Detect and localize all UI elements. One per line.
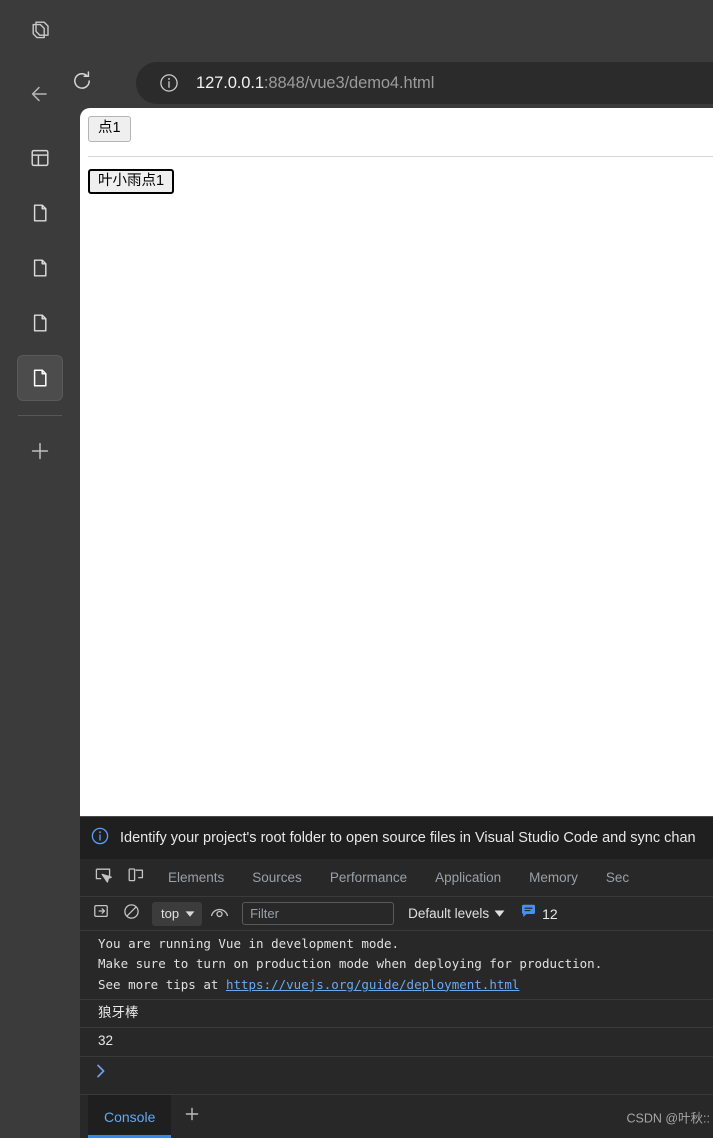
log-line-3-text: See more tips at <box>98 976 226 992</box>
browser-toolbar: 127.0.0.1:8848/vue3/demo4.html <box>74 0 713 108</box>
page-button-bottom[interactable]: 叶小雨点1 <box>88 168 175 195</box>
sidebar-item-tab-3[interactable] <box>17 300 63 346</box>
vertical-tab-sidebar <box>0 0 80 1138</box>
reload-icon <box>70 69 94 98</box>
device-toolbar-icon <box>127 866 145 889</box>
console-toolbar: top Default levels <box>80 897 713 931</box>
live-expression-icon <box>210 904 229 924</box>
url-path: :8848/vue3/demo4.html <box>263 73 435 92</box>
url-text: 127.0.0.1:8848/vue3/demo4.html <box>196 74 434 93</box>
console-levels-selector[interactable]: Default levels <box>408 905 505 923</box>
message-bubble-icon <box>521 904 536 923</box>
tab-security[interactable]: Sec <box>592 863 643 893</box>
watermark: CSDN @叶秋:: <box>626 1111 710 1125</box>
log-line-2: Make sure to turn on production mode whe… <box>98 956 603 972</box>
sidebar-item-split-screen[interactable] <box>17 135 63 181</box>
document-icon <box>29 202 51 224</box>
drawer-tab-console-label: Console <box>104 1108 156 1125</box>
tab-elements[interactable]: Elements <box>154 863 238 893</box>
tab-application[interactable]: Application <box>421 863 515 893</box>
console-context-label: top <box>161 906 180 921</box>
chevron-right-icon <box>94 1062 108 1085</box>
devtools-panel: Identify your project's root folder to o… <box>80 816 713 1138</box>
document-icon <box>29 367 51 389</box>
console-sidebar-icon <box>93 903 109 924</box>
sidebar-item-tab-2[interactable] <box>17 245 63 291</box>
clear-console-button[interactable] <box>118 902 144 926</box>
url-host: 127.0.0.1 <box>196 73 264 92</box>
info-circle-icon <box>90 826 110 851</box>
page-button-top[interactable]: 点1 <box>88 116 131 142</box>
drawer-add-tab-button[interactable] <box>177 1102 207 1132</box>
page-divider <box>88 155 713 157</box>
inspect-element-icon <box>94 866 112 889</box>
live-expression-button[interactable] <box>206 902 232 926</box>
console-levels-label: Default levels <box>408 906 490 921</box>
chevron-down-icon <box>494 905 505 923</box>
console-prompt[interactable] <box>80 1057 713 1085</box>
console-message-text-1: 狼牙棒 <box>80 1000 713 1029</box>
console-message-count[interactable]: 12 <box>521 904 558 923</box>
sidebar-back-button[interactable] <box>17 71 63 117</box>
drawer-tab-console[interactable]: Console <box>88 1095 172 1138</box>
reload-button[interactable] <box>65 66 99 100</box>
inspect-element-button[interactable] <box>88 865 118 891</box>
document-icon <box>29 257 51 279</box>
devtools-info-banner: Identify your project's root folder to o… <box>80 817 713 859</box>
info-circle-icon[interactable] <box>158 72 180 94</box>
devtools-drawer-tabbar: Console CSDN @叶秋:: <box>80 1094 713 1138</box>
sidebar-item-tab-1[interactable] <box>17 190 63 236</box>
console-log-area[interactable]: You are running Vue in development mode.… <box>80 931 713 1095</box>
log-line-1: You are running Vue in development mode. <box>98 936 400 951</box>
clear-console-icon <box>123 903 140 925</box>
device-toolbar-button[interactable] <box>121 865 151 891</box>
plus-icon <box>183 1105 201 1128</box>
devtools-tab-strip: Elements Sources Performance Application… <box>80 859 713 897</box>
plus-icon <box>28 439 52 463</box>
address-bar[interactable]: 127.0.0.1:8848/vue3/demo4.html <box>136 62 713 104</box>
sidebar-item-tab-4-selected[interactable] <box>17 355 63 401</box>
message-count-text: 12 <box>542 905 558 922</box>
log-value: 32 <box>98 1033 114 1049</box>
browser-window: 127.0.0.1:8848/vue3/demo4.html 点1 叶小雨点1 … <box>0 0 713 1138</box>
console-filter-input[interactable] <box>242 902 395 925</box>
tab-performance[interactable]: Performance <box>316 863 421 893</box>
console-context-selector[interactable]: top <box>152 901 203 926</box>
new-tab-button[interactable] <box>17 428 63 474</box>
document-icon <box>29 312 51 334</box>
console-sidebar-toggle-button[interactable] <box>88 902 114 926</box>
tab-sources[interactable]: Sources <box>238 863 316 893</box>
sidebar-divider <box>18 415 62 416</box>
log-line-3: See more tips at https://vuejs.org/guide… <box>98 975 713 995</box>
page-viewport: 点1 叶小雨点1 <box>80 108 713 816</box>
console-message-text-2: 32 <box>80 1028 713 1057</box>
tab-memory[interactable]: Memory <box>515 863 592 893</box>
log-value: 狼牙棒 <box>98 1005 139 1021</box>
console-message-vue-dev: You are running Vue in development mode.… <box>80 931 713 1001</box>
arrow-left-icon <box>27 81 53 107</box>
layers-icon <box>27 17 53 43</box>
browser-window-icon <box>29 147 51 169</box>
banner-text: Identify your project's root folder to o… <box>120 830 696 846</box>
vue-deployment-link[interactable]: https://vuejs.org/guide/deployment.html <box>226 977 520 992</box>
chevron-down-icon <box>185 905 195 923</box>
copilot-layers-icon-button[interactable] <box>17 7 63 53</box>
